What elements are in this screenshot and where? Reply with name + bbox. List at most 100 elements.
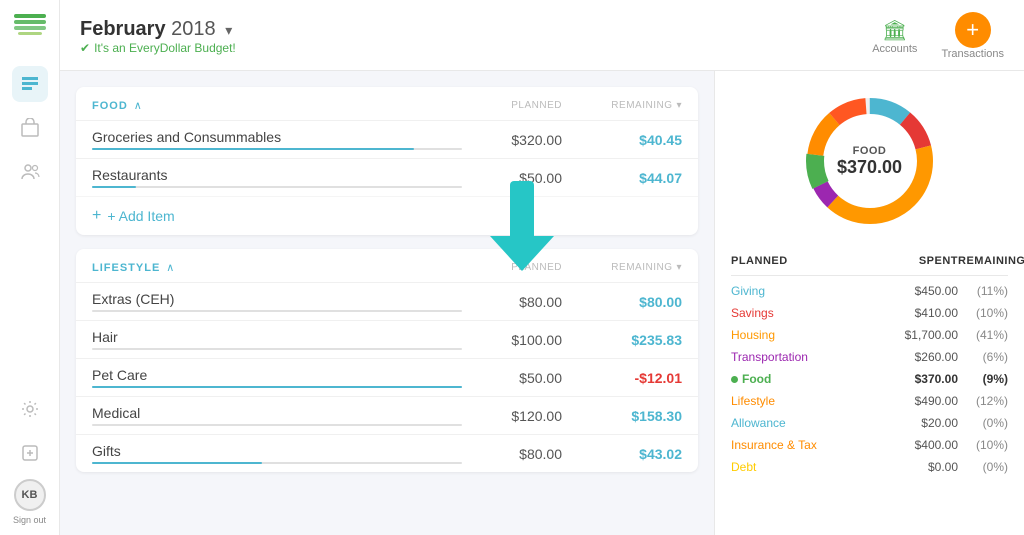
transactions-nav-item[interactable]: + Transactions [941,12,1004,60]
insurance-planned: $400.00 [888,438,958,452]
table-row[interactable]: Hair $100.00 $235.83 [76,320,698,358]
food-link[interactable]: Food [742,372,771,386]
lifestyle-category-card: LIFESTYLE ∧ PLANNED REMAINING▾ Extras (C… [76,249,698,472]
transportation-pct: (6%) [958,350,1008,364]
transportation-planned: $260.00 [888,350,958,364]
food-dot [731,376,738,383]
app-logo[interactable] [12,10,48,46]
lifestyle-planned: $490.00 [888,394,958,408]
sidebar-item-people[interactable] [12,154,48,190]
debt-link[interactable]: Debt [731,460,756,474]
debt-pct: (0%) [958,460,1008,474]
food-category-header: FOOD ∧ PLANNED REMAINING▾ [76,87,698,120]
list-item: Lifestyle $490.00 (12%) [731,390,1008,412]
list-item: Giving $450.00 (11%) [731,280,1008,302]
sidebar-item-box[interactable] [12,110,48,146]
food-category-name: FOOD [92,100,128,112]
accounts-nav-item[interactable]: 🏛 Accounts [872,18,917,55]
subtitle-text: It's an EveryDollar Budget! [94,41,236,55]
donut-label: FOOD $370.00 [837,145,902,178]
planned-header: PLANNED [731,255,888,267]
month-label: February [80,18,166,40]
item-planned: $50.00 [462,170,562,186]
sign-out-button[interactable]: Sign out [13,515,46,525]
budget-list: FOOD ∧ PLANNED REMAINING▾ Groceries and … [60,71,714,535]
main-content: February 2018 ▾ ✔ It's an EveryDollar Bu… [60,0,1024,535]
list-item: Food $370.00 (9%) [731,368,1008,390]
food-planned-header: PLANNED [142,100,562,111]
header-right: 🏛 Accounts + Transactions [872,12,1004,60]
accounts-label: Accounts [872,43,917,55]
header: February 2018 ▾ ✔ It's an EveryDollar Bu… [60,0,1024,71]
table-row[interactable]: Medical $120.00 $158.30 [76,396,698,434]
sidebar-bottom: KB Sign out [12,391,48,525]
year-label: 2018 [171,18,216,40]
list-item: Allowance $20.00 (0%) [731,412,1008,434]
lifestyle-pct: (12%) [958,394,1008,408]
allowance-pct: (0%) [958,416,1008,430]
right-panel: FOOD $370.00 PLANNED SPENT REMAINING Giv… [714,71,1024,535]
list-item: Debt $0.00 (0%) [731,456,1008,478]
giving-pct: (11%) [958,284,1008,298]
savings-planned: $410.00 [888,306,958,320]
list-item: Transportation $260.00 (6%) [731,346,1008,368]
avatar[interactable]: KB [14,479,46,511]
food-category-card: FOOD ∧ PLANNED REMAINING▾ Groceries and … [76,87,698,235]
list-item: Insurance & Tax $400.00 (10%) [731,434,1008,456]
header-left: February 2018 ▾ ✔ It's an EveryDollar Bu… [80,18,236,55]
donut-category-label: FOOD [837,145,902,157]
debt-planned: $0.00 [888,460,958,474]
table-row[interactable]: Pet Care $50.00 -$12.01 [76,358,698,396]
lifestyle-planned-header: PLANNED [174,262,562,273]
giving-planned: $450.00 [888,284,958,298]
table-row[interactable]: Groceries and Consummables $320.00 $40.4… [76,120,698,158]
housing-pct: (41%) [958,328,1008,342]
item-remaining: $44.07 [562,170,682,186]
food-planned: $370.00 [888,372,958,386]
sidebar-item-gear[interactable] [12,435,48,471]
list-item: Savings $410.00 (10%) [731,302,1008,324]
food-pct: (9%) [958,372,1008,386]
add-item-plus-icon: + [92,207,101,225]
insurance-link[interactable]: Insurance & Tax [731,438,817,452]
food-collapse-icon[interactable]: ∧ [134,99,142,112]
food-remaining-header: REMAINING▾ [562,100,682,111]
housing-link[interactable]: Housing [731,328,775,342]
body-area: FOOD ∧ PLANNED REMAINING▾ Groceries and … [60,71,1024,535]
remaining-header: REMAINING [958,255,1008,267]
date-chevron-icon[interactable]: ▾ [225,22,232,38]
item-name: Groceries and Consummables [92,129,462,150]
table-row[interactable]: Extras (CEH) $80.00 $80.00 [76,282,698,320]
table-row[interactable]: Gifts $80.00 $43.02 [76,434,698,472]
savings-pct: (10%) [958,306,1008,320]
table-row[interactable]: Restaurants $50.00 $44.07 [76,158,698,196]
summary-table: PLANNED SPENT REMAINING Giving $450.00 (… [731,251,1008,478]
lifestyle-remaining-header: REMAINING▾ [562,262,682,273]
transactions-label: Transactions [941,48,1004,60]
spent-header: SPENT [888,255,958,267]
item-remaining: $40.45 [562,132,682,148]
budget-subtitle: ✔ It's an EveryDollar Budget! [80,41,236,55]
allowance-link[interactable]: Allowance [731,416,786,430]
item-planned: $320.00 [462,132,562,148]
add-item-button[interactable]: + + Add Item [76,196,698,235]
allowance-planned: $20.00 [888,416,958,430]
add-item-label: + Add Item [107,208,174,224]
savings-link[interactable]: Savings [731,306,774,320]
sidebar-item-settings[interactable] [12,391,48,427]
page-title: February 2018 ▾ [80,18,236,41]
sidebar: KB Sign out [0,0,60,535]
donut-chart: FOOD $370.00 [731,91,1008,231]
sidebar-item-budget[interactable] [12,66,48,102]
giving-link[interactable]: Giving [731,284,765,298]
lifestyle-category-name: LIFESTYLE [92,262,160,274]
transportation-link[interactable]: Transportation [731,350,808,364]
accounts-icon: 🏛 [882,18,907,43]
lifestyle-link[interactable]: Lifestyle [731,394,775,408]
lifestyle-category-header: LIFESTYLE ∧ PLANNED REMAINING▾ [76,249,698,282]
checkmark-icon: ✔ [80,41,90,55]
lifestyle-collapse-icon[interactable]: ∧ [166,261,174,274]
donut-amount-label: $370.00 [837,157,902,178]
add-transaction-button[interactable]: + [955,12,991,48]
housing-planned: $1,700.00 [888,328,958,342]
